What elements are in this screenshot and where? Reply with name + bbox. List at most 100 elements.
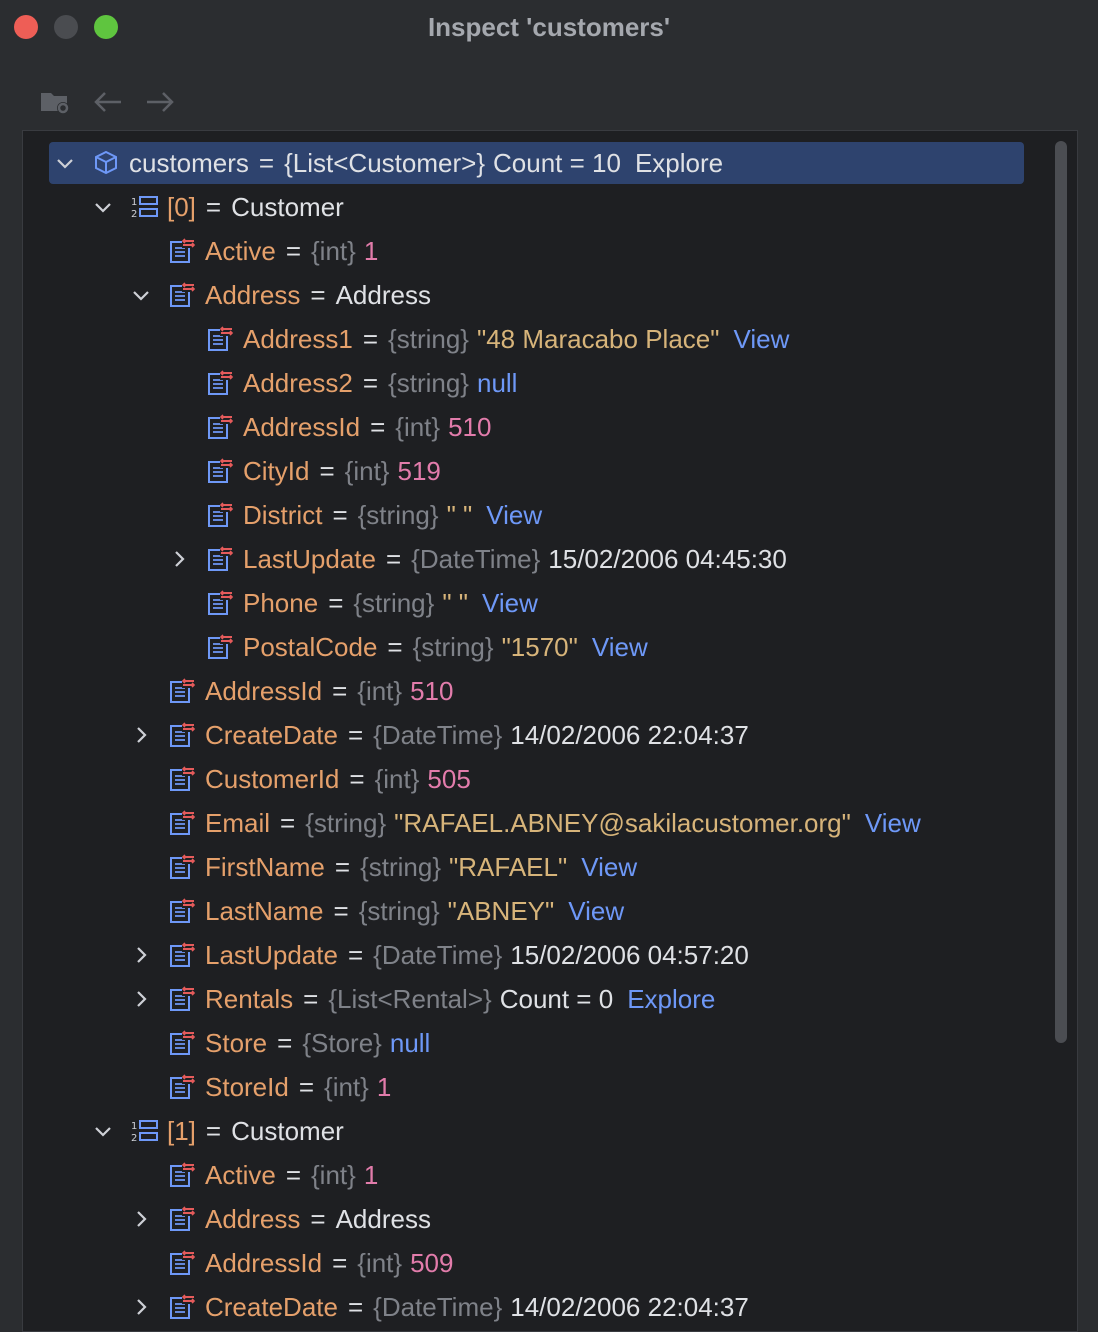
chevron-right-icon[interactable] xyxy=(129,943,153,967)
equals-sign: = xyxy=(310,1204,326,1234)
row-label: [0] = Customer xyxy=(167,192,344,223)
tree-row-field[interactable]: Phone = {string} " " View xyxy=(23,581,1053,625)
tree-row-field[interactable]: Active = {int} 1 xyxy=(23,1153,1053,1197)
field-icon xyxy=(205,632,235,662)
field-name: Store xyxy=(205,1028,268,1058)
equals-sign: = xyxy=(205,1116,222,1146)
list-item-icon: 12 xyxy=(129,1116,159,1146)
equals-sign: = xyxy=(298,1072,315,1102)
tree-row-field[interactable]: Active = {int} 1 xyxy=(23,229,1053,273)
explore-link[interactable]: Explore xyxy=(635,148,723,179)
view-link[interactable]: View xyxy=(581,852,637,883)
equals-sign: = xyxy=(387,632,403,662)
row-label: CreateDate = {DateTime} 14/02/2006 22:04:37 xyxy=(205,720,749,751)
chevron-down-icon[interactable] xyxy=(91,195,115,219)
equals-sign: = xyxy=(333,896,349,926)
tree-row-root[interactable]: customers = {List<Customer>} Count = 10 … xyxy=(23,141,1053,185)
chevron-right-icon[interactable] xyxy=(129,723,153,747)
tree-row-field[interactable]: Address = Address xyxy=(23,1197,1053,1241)
tree-row-field[interactable]: Address = Address xyxy=(23,273,1053,317)
tree-row-field[interactable]: AddressId = {int} 510 xyxy=(23,669,1053,713)
chevron-down-icon[interactable] xyxy=(129,283,153,307)
field-name: AddressId xyxy=(205,676,323,706)
view-link[interactable]: View xyxy=(865,808,921,839)
view-link[interactable]: View xyxy=(592,632,648,663)
field-value: "1570" xyxy=(501,632,578,662)
chevron-right-icon[interactable] xyxy=(129,987,153,1011)
row-label: PostalCode = {string} "1570" View xyxy=(243,632,648,663)
tree-row-field[interactable]: CreateDate = {DateTime} 14/02/2006 22:04:37 xyxy=(23,713,1053,757)
view-link[interactable]: View xyxy=(486,500,542,531)
view-link[interactable]: View xyxy=(733,324,789,355)
tree-row-field[interactable]: FirstName = {string} "RAFAEL" View xyxy=(23,845,1053,889)
field-name: AddressId xyxy=(243,412,361,442)
field-value: 15/02/2006 04:45:30 xyxy=(548,544,787,574)
tree-row-field[interactable]: Rentals = {List<Rental>} Count = 0 Explore xyxy=(23,977,1053,1021)
field-type: {DateTime} xyxy=(373,720,503,750)
equals-sign: = xyxy=(347,940,364,970)
view-link[interactable]: View xyxy=(568,896,624,927)
tree-row-item[interactable]: 1 2 [1] = Customer xyxy=(23,1109,1053,1153)
field-name: CustomerId xyxy=(205,764,340,794)
tree-row-item[interactable]: 1 2 [0] = Customer xyxy=(23,185,1053,229)
field-type: {string} xyxy=(360,852,442,882)
tree-row-field[interactable]: Address2 = {string} null xyxy=(23,361,1053,405)
chevron-down-icon[interactable] xyxy=(91,1119,115,1143)
tree-row-field[interactable]: CustomerId = {int} 505 xyxy=(23,757,1053,801)
chevron-right-icon[interactable] xyxy=(167,547,191,571)
chevron-right-icon[interactable] xyxy=(129,1295,153,1319)
back-arrow-icon[interactable] xyxy=(90,84,126,120)
field-icon xyxy=(167,896,197,926)
root-name: customers xyxy=(129,148,249,178)
tree-row-field[interactable]: LastUpdate = {DateTime} 15/02/2006 04:57:20 xyxy=(23,933,1053,977)
field-type: {int} xyxy=(374,764,420,794)
tree-row-field[interactable]: Email = {string} "RAFAEL.ABNEY@sakilacustom… xyxy=(23,801,1053,845)
vertical-scrollbar[interactable] xyxy=(1055,141,1067,1043)
field-type: {DateTime} xyxy=(411,544,541,574)
tree-row-field[interactable]: StoreId = {int} 1 xyxy=(23,1065,1053,1109)
explore-link[interactable]: Explore xyxy=(627,984,715,1015)
field-type: {string} xyxy=(412,632,494,662)
title-bar: Inspect 'customers' xyxy=(0,0,1098,56)
field-type: {Store} xyxy=(302,1028,382,1058)
forward-arrow-icon[interactable] xyxy=(142,84,178,120)
folder-settings-icon[interactable] xyxy=(38,84,74,120)
tree-row-field[interactable]: LastUpdate = {DateTime} 15/02/2006 04:45:30 xyxy=(23,537,1053,581)
field-value: Customer xyxy=(231,1116,344,1146)
chevron-down-icon[interactable] xyxy=(53,151,77,175)
field-value: 505 xyxy=(427,764,471,794)
tree-row-field[interactable]: AddressId = {int} 510 xyxy=(23,405,1053,449)
row-label: LastUpdate = {DateTime} 15/02/2006 04:57:20 xyxy=(205,940,749,971)
tree-row-field[interactable]: AddressId = {int} 509 xyxy=(23,1241,1053,1285)
field-type: {string} xyxy=(357,500,439,530)
field-value: "ABNEY" xyxy=(447,896,555,926)
tree-row-field[interactable]: Store = {Store} null xyxy=(23,1021,1053,1065)
field-type: {int} xyxy=(357,1248,403,1278)
tree-row-field[interactable]: Address1 = {string} "48 Maracabo Place" View xyxy=(23,317,1053,361)
tree-row-field[interactable]: LastName = {string} "ABNEY" View xyxy=(23,889,1053,933)
row-label: Active = {int} 1 xyxy=(205,1160,378,1191)
field-icon xyxy=(205,544,235,574)
field-value: 1 xyxy=(363,1160,379,1190)
field-value: null xyxy=(476,368,518,398)
view-link[interactable]: View xyxy=(482,588,538,619)
field-icon xyxy=(167,808,197,838)
equals-sign: = xyxy=(332,676,348,706)
chevron-right-icon[interactable] xyxy=(129,1207,153,1231)
field-icon xyxy=(167,764,197,794)
svg-text:2: 2 xyxy=(131,209,137,220)
field-type: {int} xyxy=(357,676,403,706)
tree-row-field[interactable]: PostalCode = {string} "1570" View xyxy=(23,625,1053,669)
row-label: Phone = {string} " " View xyxy=(243,588,538,619)
equals-sign: = xyxy=(334,852,351,882)
tree-row-field[interactable]: CreateDate = {DateTime} 14/02/2006 22:04:37 xyxy=(23,1285,1053,1329)
tree-row-field[interactable]: CityId = {int} 519 xyxy=(23,449,1053,493)
root-type: {List<Customer>} xyxy=(284,148,485,178)
tree-row-field[interactable]: District = {string} " " View xyxy=(23,493,1053,537)
field-icon xyxy=(167,984,197,1014)
equals-sign: = xyxy=(362,324,379,354)
field-icon xyxy=(167,1204,197,1234)
field-value: null xyxy=(389,1028,431,1058)
field-value: "RAFAEL" xyxy=(449,852,568,882)
field-value: Address xyxy=(335,280,431,310)
